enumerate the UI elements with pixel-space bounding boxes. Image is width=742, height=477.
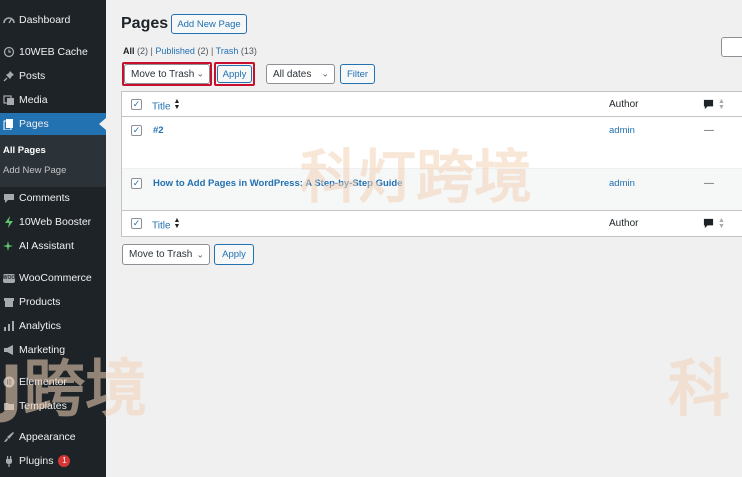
menu-label: Products <box>19 296 61 308</box>
author-link[interactable]: admin <box>609 125 635 136</box>
folder-icon <box>3 400 15 412</box>
comment-count: — <box>704 178 714 189</box>
menu-label: Media <box>19 94 48 106</box>
menu-item-pages[interactable]: Pages <box>0 113 106 135</box>
add-new-page-button[interactable]: Add New Page <box>171 14 247 34</box>
comment-bubble-icon <box>3 192 15 204</box>
select-all-checkbox[interactable]: ✓ <box>131 99 142 110</box>
menu-label: 10WEB Cache <box>19 46 88 58</box>
menu-label: Appearance <box>19 431 76 443</box>
select-all-checkbox[interactable]: ✓ <box>131 218 142 229</box>
menu-item-posts[interactable]: Posts <box>0 65 106 87</box>
menu-label: 10Web Booster <box>19 216 92 228</box>
menu-item-plugins[interactable]: Plugins 1 <box>0 450 106 472</box>
comment-icon <box>703 100 714 110</box>
row-checkbox[interactable]: ✓ <box>131 125 142 136</box>
booster-icon <box>3 216 15 228</box>
menu-label: Analytics <box>19 320 62 332</box>
date-filter-select[interactable]: All dates ⌄ <box>266 64 335 84</box>
bar-chart-icon <box>3 320 15 332</box>
page-title: Pages <box>121 15 169 32</box>
menu-label: Marketing <box>19 344 66 356</box>
dashboard-icon <box>3 14 15 26</box>
archive-icon <box>3 296 15 308</box>
author-link[interactable]: admin <box>609 178 635 189</box>
elementor-icon <box>3 376 15 388</box>
brush-icon <box>3 431 15 443</box>
cache-icon <box>3 46 15 58</box>
pin-icon <box>3 70 15 82</box>
comments-column-sort[interactable]: ▲ ▼ <box>703 217 725 230</box>
menu-item-ai-assistant[interactable]: AI Assistant <box>0 235 106 257</box>
menu-item-analytics[interactable]: Analytics <box>0 315 106 337</box>
megaphone-icon <box>3 344 15 356</box>
search-input[interactable] <box>721 37 742 57</box>
menu-label: Templates <box>19 400 67 412</box>
menu-label: WooCommerce <box>19 272 92 284</box>
menu-label: Dashboard <box>19 14 71 26</box>
pages-icon <box>3 118 15 130</box>
admin-sidebar: Dashboard 10WEB Cache Posts Media Pages … <box>0 0 106 477</box>
table-row: ✓ #2 admin — <box>122 117 742 169</box>
apply-button-bottom[interactable]: Apply <box>214 244 254 265</box>
menu-label: Posts <box>19 70 46 82</box>
main-content: Pages Add New Page All (2) | Published (… <box>106 0 742 477</box>
row-checkbox[interactable]: ✓ <box>131 178 142 189</box>
menu-item-appearance[interactable]: Appearance <box>0 426 106 448</box>
menu-label: Comments <box>19 192 70 204</box>
sparkle-icon <box>3 240 15 252</box>
sort-arrows-icon: ▲ ▼ <box>173 98 181 111</box>
chevron-down-icon: ⌄ <box>321 68 329 79</box>
view-trash-link[interactable]: Trash (13) <box>216 46 257 56</box>
comment-count: — <box>704 125 714 136</box>
column-author: Author <box>609 99 639 110</box>
menu-item-elementor[interactable]: Elementor <box>0 371 106 393</box>
comment-icon <box>703 219 714 229</box>
page-title-link[interactable]: #2 <box>153 125 164 136</box>
submenu-add-new-page[interactable]: Add New Page <box>3 165 66 176</box>
submenu-all-pages[interactable]: All Pages <box>3 145 46 156</box>
active-indicator <box>99 118 106 130</box>
column-title-sort[interactable]: Title▲ ▼ <box>152 217 181 232</box>
menu-item-templates[interactable]: Templates <box>0 395 106 417</box>
comments-column-sort[interactable]: ▲ ▼ <box>703 98 725 111</box>
plug-icon <box>3 455 15 467</box>
menu-label: Pages <box>19 118 49 130</box>
menu-label: Plugins <box>19 455 54 467</box>
table-header-row: ✓ Title▲ ▼ Author ▲ ▼ <box>122 92 742 117</box>
menu-item-10web-cache[interactable]: 10WEB Cache <box>0 41 106 63</box>
table-row: ✓ How to Add Pages in WordPress: A Step-… <box>122 169 742 211</box>
menu-item-10web-booster[interactable]: 10Web Booster <box>0 211 106 233</box>
chevron-down-icon: ⌄ <box>196 249 204 259</box>
menu-item-products[interactable]: Products <box>0 291 106 313</box>
menu-item-comments[interactable]: Comments <box>0 187 106 209</box>
view-all-link[interactable]: All (2) <box>123 46 148 56</box>
column-title-sort[interactable]: Title▲ ▼ <box>152 98 181 113</box>
menu-item-dashboard[interactable]: Dashboard <box>0 9 106 31</box>
table-footer-row: ✓ Title▲ ▼ Author ▲ ▼ <box>122 211 742 236</box>
bulk-action-select-bottom[interactable]: Move to Trash ⌄ <box>122 244 210 265</box>
menu-label: AI Assistant <box>19 240 74 252</box>
woo-icon: WOO <box>2 273 16 283</box>
filter-button[interactable]: Filter <box>340 64 375 84</box>
media-icon <box>3 94 15 106</box>
view-filters: All (2) | Published (2) | Trash (13) <box>123 46 257 56</box>
update-count-badge: 1 <box>58 455 71 467</box>
menu-item-woocommerce[interactable]: WOO WooCommerce <box>0 267 106 289</box>
highlight-box <box>214 62 255 86</box>
page-title-link[interactable]: How to Add Pages in WordPress: A Step-by… <box>153 178 403 189</box>
menu-item-media[interactable]: Media <box>0 89 106 111</box>
menu-item-marketing[interactable]: Marketing <box>0 339 106 361</box>
sort-arrows-icon: ▲ ▼ <box>173 217 181 230</box>
menu-label: Elementor <box>19 376 67 388</box>
view-published-link[interactable]: Published (2) <box>155 46 208 56</box>
pages-table: ✓ Title▲ ▼ Author ▲ ▼ ✓ #2 admin — ✓ How t… <box>121 91 742 237</box>
pages-submenu: All Pages Add New Page <box>0 135 106 187</box>
column-author: Author <box>609 218 639 229</box>
highlight-box <box>122 62 212 86</box>
sort-arrows-icon: ▲ ▼ <box>718 98 725 111</box>
sort-arrows-icon: ▲ ▼ <box>718 217 725 230</box>
